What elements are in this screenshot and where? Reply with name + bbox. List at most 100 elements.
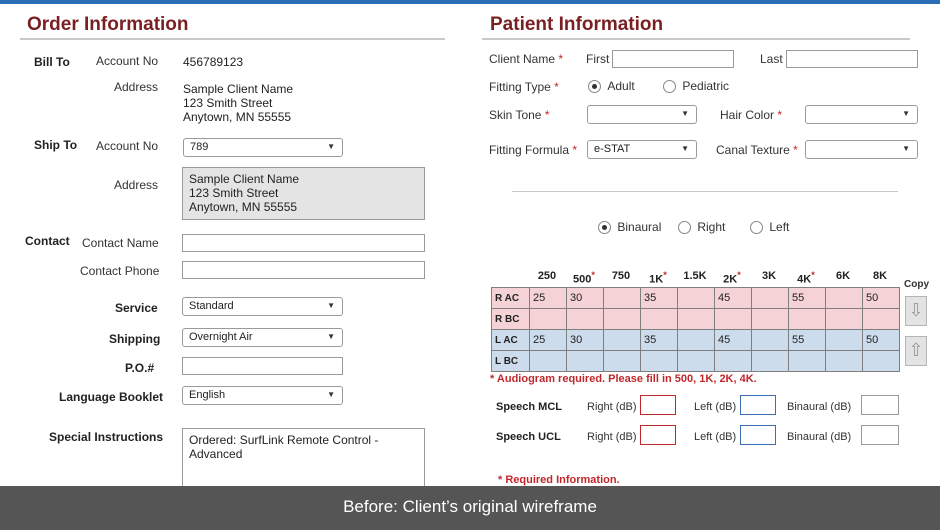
freq-header: 2K* (714, 270, 750, 286)
mcl-binaural-input[interactable] (861, 395, 899, 415)
audiogram-cell[interactable]: 25 (529, 329, 567, 351)
audiogram-cell[interactable] (677, 350, 715, 372)
ship-address-field[interactable]: Sample Client Name 123 Smith Street Anyt… (182, 167, 425, 220)
audiogram-cell[interactable] (677, 329, 715, 351)
audiogram-cell[interactable] (714, 308, 752, 330)
audiogram-cell[interactable]: 55 (788, 329, 826, 351)
right-label: Right (697, 220, 726, 234)
skin-tone-select[interactable]: ▼ (587, 105, 697, 124)
audiogram-cell[interactable] (862, 350, 900, 372)
po-input[interactable] (182, 357, 343, 375)
audiogram-cell[interactable]: 45 (714, 287, 752, 309)
audiogram-cell[interactable] (862, 308, 900, 330)
audiogram-cell[interactable] (825, 287, 863, 309)
mcl-left-input[interactable] (740, 395, 776, 415)
audiogram-cell[interactable] (566, 350, 604, 372)
window-top-border (0, 0, 940, 4)
last-name-input[interactable] (786, 50, 918, 68)
caption-bar: Before: Client’s original wireframe (0, 486, 940, 530)
chevron-down-icon: ▼ (327, 301, 335, 310)
audiogram-cell[interactable] (751, 287, 789, 309)
hair-color-select[interactable]: ▼ (805, 105, 918, 124)
ucl-left-input[interactable] (740, 425, 776, 445)
adult-radio-option[interactable]: Adult (588, 79, 635, 94)
radio-unselected-icon[interactable] (678, 221, 691, 235)
required-mark: * (811, 270, 815, 280)
bill-to-heading: Bill To (34, 55, 70, 69)
skin-tone-label-text: Skin Tone (489, 108, 542, 122)
audiogram-cell[interactable]: 50 (862, 287, 900, 309)
contact-heading: Contact (25, 234, 70, 248)
language-select[interactable]: English ▼ (182, 386, 343, 405)
binaural-radio-option[interactable]: Binaural (598, 220, 661, 235)
radio-selected-icon[interactable] (588, 80, 601, 94)
canal-texture-label: Canal Texture * (716, 143, 798, 157)
audiogram-cell[interactable] (603, 308, 641, 330)
freq-header: 8K (872, 270, 888, 282)
bill-address-line: Anytown, MN 55555 (183, 110, 292, 124)
audiogram-cell[interactable]: 35 (640, 329, 678, 351)
freq-header: 1.5K (683, 270, 707, 282)
ucl-binaural-label: Binaural (dB) (787, 431, 852, 443)
audiogram-cell[interactable]: 35 (640, 287, 678, 309)
first-name-input[interactable] (612, 50, 734, 68)
audiogram-cell[interactable] (677, 287, 715, 309)
audiogram-cell[interactable] (825, 350, 863, 372)
audiogram-cell[interactable] (788, 350, 826, 372)
right-radio-option[interactable]: Right (678, 220, 726, 235)
audiogram-cell[interactable] (751, 329, 789, 351)
audiogram-cell[interactable] (677, 308, 715, 330)
audiogram-cell[interactable]: 55 (788, 287, 826, 309)
mcl-right-input[interactable] (640, 395, 676, 415)
arrow-down-icon: ⇩ (908, 300, 924, 320)
radio-unselected-icon[interactable] (750, 221, 763, 235)
audiogram-cell[interactable] (603, 329, 641, 351)
freq-header-text: 4K (797, 273, 812, 286)
audiogram-cell[interactable] (714, 350, 752, 372)
contact-name-input[interactable] (182, 234, 425, 252)
ucl-left-label: Left (dB) (694, 431, 737, 443)
audiogram-cell[interactable] (751, 350, 789, 372)
audiogram-cell[interactable] (825, 329, 863, 351)
ship-to-heading: Ship To (34, 138, 78, 152)
required-mark: * (572, 143, 578, 157)
first-name-label: First (586, 52, 610, 66)
radio-unselected-icon[interactable] (663, 80, 676, 94)
copy-down-button[interactable]: ⇩ (905, 296, 927, 326)
contact-phone-input[interactable] (182, 261, 425, 279)
audiogram-cell[interactable] (825, 308, 863, 330)
audiogram-cell[interactable]: 30 (566, 329, 604, 351)
audiogram-cell[interactable] (640, 308, 678, 330)
left-radio-option[interactable]: Left (750, 220, 789, 235)
shipping-select[interactable]: Overnight Air ▼ (182, 328, 343, 347)
copy-up-button[interactable]: ⇧ (905, 336, 927, 366)
audiogram-cell[interactable]: 25 (529, 287, 567, 309)
audiogram-cell[interactable] (603, 350, 641, 372)
audiogram-cell[interactable] (603, 287, 641, 309)
ucl-right-input[interactable] (640, 425, 676, 445)
radio-selected-icon[interactable] (598, 221, 611, 235)
fitting-formula-select[interactable]: e-STAT ▼ (587, 140, 697, 159)
special-instructions-field[interactable]: Ordered: SurfLink Remote Control - Advan… (182, 428, 425, 488)
ucl-binaural-input[interactable] (861, 425, 899, 445)
chevron-down-icon: ▼ (902, 144, 910, 153)
audiogram-cell[interactable]: 30 (566, 287, 604, 309)
audiogram-cell[interactable] (640, 350, 678, 372)
audiogram-cell[interactable] (529, 308, 567, 330)
freq-header: 6K (835, 270, 851, 282)
audiogram-cell[interactable] (529, 350, 567, 372)
mcl-right-label: Right (dB) (587, 401, 637, 413)
audiogram-cell[interactable]: 45 (714, 329, 752, 351)
copy-label: Copy (904, 279, 929, 290)
pediatric-radio-option[interactable]: Pediatric (663, 79, 729, 94)
fitting-type-label: Fitting Type * (489, 80, 559, 94)
audiogram-cell[interactable]: 50 (862, 329, 900, 351)
audiogram-cell[interactable] (566, 308, 604, 330)
ship-address-label: Address (114, 178, 159, 192)
ship-account-select[interactable]: 789 ▼ (183, 138, 343, 157)
audiogram-cell[interactable] (751, 308, 789, 330)
audiogram-cell[interactable] (788, 308, 826, 330)
freq-header: 4K* (788, 270, 824, 286)
canal-texture-select[interactable]: ▼ (805, 140, 918, 159)
service-select[interactable]: Standard ▼ (182, 297, 343, 316)
